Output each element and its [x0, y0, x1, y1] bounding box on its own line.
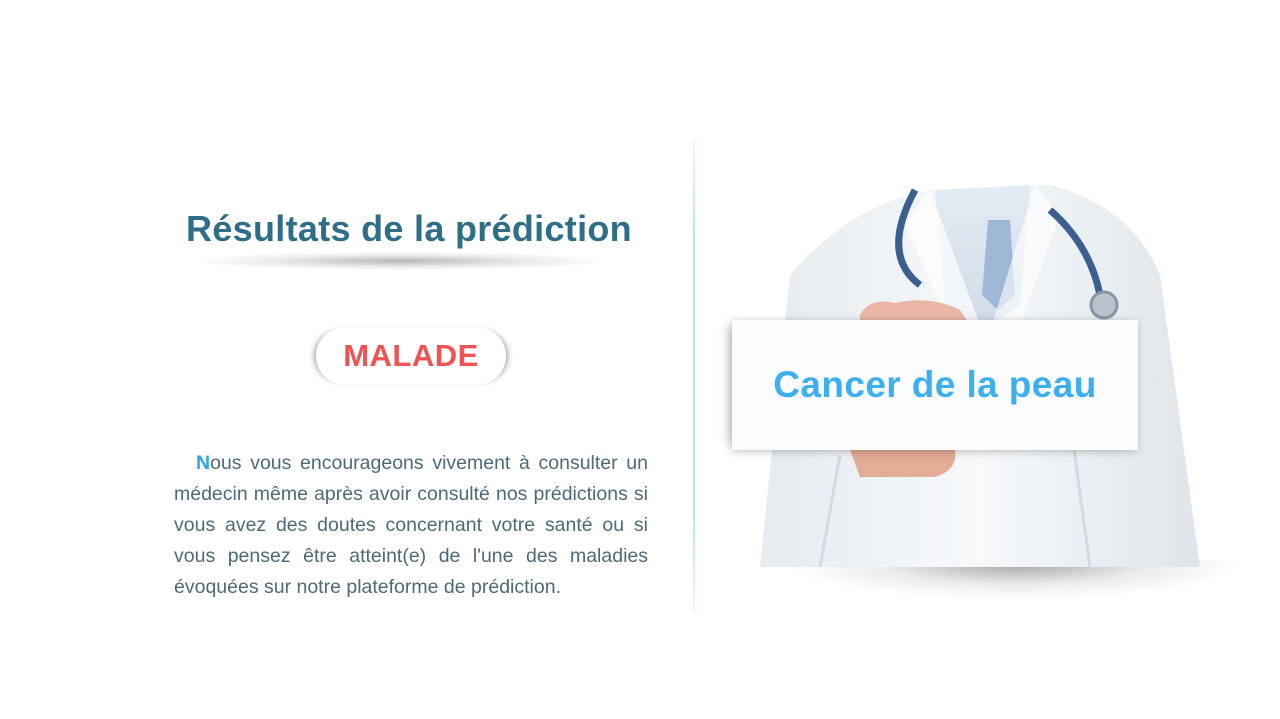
status-label: MALADE [343, 338, 479, 373]
sign-text: Cancer de la peau [773, 364, 1097, 405]
vertical-divider [693, 140, 695, 612]
diagnosis-sign: Cancer de la peau [732, 320, 1138, 450]
status-badge: MALADE [316, 327, 506, 385]
page-title: Résultats de la prédiction [186, 208, 632, 249]
title-shadow [200, 252, 600, 270]
advice-text: ous vous encourageons vivement à consult… [174, 451, 648, 598]
advice-message: Nous vous encourageons vivement à consul… [174, 448, 648, 603]
advice-initial: N [196, 451, 211, 474]
